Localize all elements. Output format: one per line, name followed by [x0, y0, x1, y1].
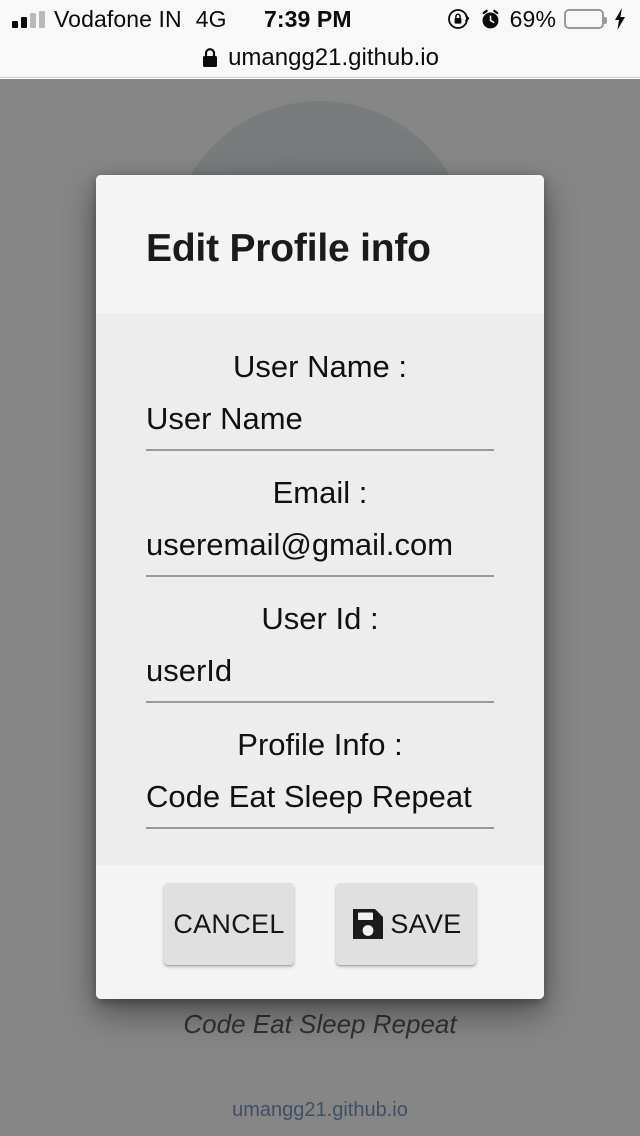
field-user-id: User Id :: [146, 587, 494, 703]
battery-icon: [564, 9, 607, 29]
lock-icon: [201, 47, 219, 69]
user-name-input[interactable]: [146, 401, 494, 451]
carrier-label: Vodafone IN: [54, 5, 182, 32]
rotation-lock-icon: [447, 7, 471, 31]
save-button[interactable]: SAVE: [336, 883, 476, 965]
field-label-profile-info: Profile Info :: [237, 727, 403, 762]
signal-bars-icon: [12, 10, 45, 28]
edit-profile-dialog: Edit Profile info User Name : Email : Us…: [96, 175, 544, 999]
dialog-header: Edit Profile info: [96, 175, 544, 313]
field-label-user-id: User Id :: [261, 601, 379, 636]
user-id-input[interactable]: [146, 653, 494, 703]
alarm-clock-icon: [479, 8, 502, 31]
status-bar: Vodafone IN 4G 7:39 PM 69%: [0, 0, 640, 38]
field-profile-info: Profile Info :: [146, 713, 494, 829]
browser-url-bar[interactable]: umangg21.github.io: [0, 38, 640, 78]
dialog-footer: CANCEL SAVE: [96, 865, 544, 999]
cancel-button-label: CANCEL: [173, 908, 285, 939]
battery-percent-label: 69%: [509, 5, 556, 32]
status-bar-left: Vodafone IN 4G: [12, 6, 227, 33]
floppy-disk-icon: [350, 906, 386, 942]
status-bar-right: 69%: [447, 6, 628, 33]
screen: Vodafone IN 4G 7:39 PM 69% umangg21.gith…: [0, 0, 640, 1136]
email-input[interactable]: [146, 527, 494, 577]
field-label-user-name: User Name :: [233, 349, 407, 384]
url-text: umangg21.github.io: [228, 43, 439, 71]
lightning-bolt-icon: [612, 7, 628, 31]
field-user-name: User Name :: [146, 335, 494, 451]
profile-info-input[interactable]: [146, 779, 494, 829]
field-email: Email :: [146, 461, 494, 577]
field-label-email: Email :: [272, 475, 368, 510]
network-type-label: 4G: [195, 5, 227, 32]
dialog-body: User Name : Email : User Id : Profile In…: [96, 313, 544, 865]
cancel-button[interactable]: CANCEL: [164, 883, 294, 965]
save-button-label: SAVE: [390, 908, 462, 939]
clock-label: 7:39 PM: [264, 5, 352, 32]
dialog-title: Edit Profile info: [146, 227, 431, 270]
